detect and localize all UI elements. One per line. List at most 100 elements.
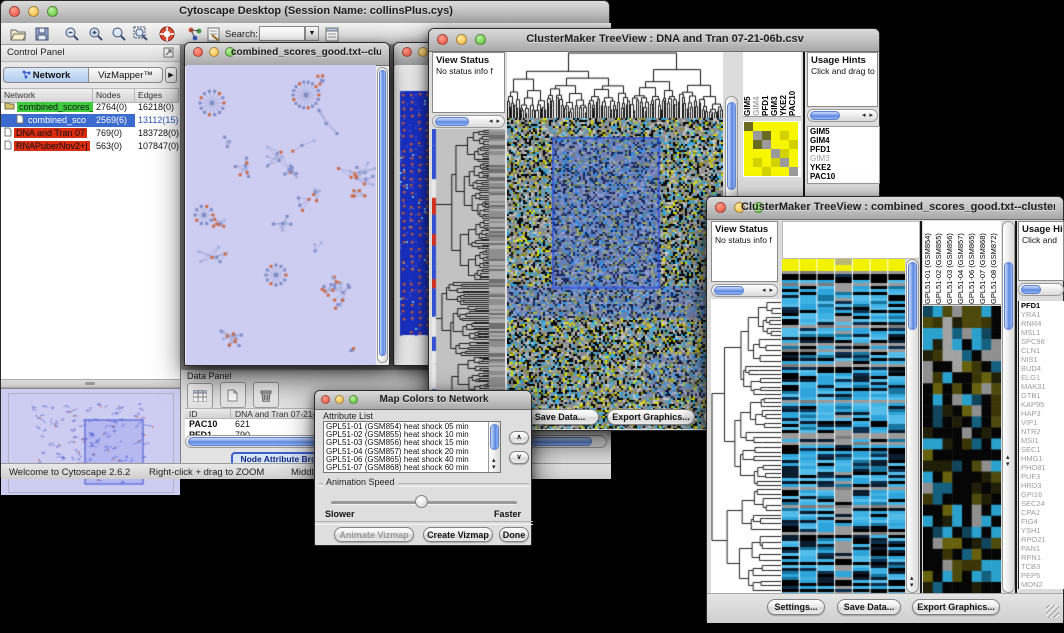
network-row[interactable]: RNAPuberNov2+|563(0)107847(0) [1, 140, 180, 153]
gene-list-item[interactable]: GIM3 [808, 154, 879, 163]
network-row[interactable]: DNA and Tran 07769(0)183728(0) [1, 127, 180, 140]
gene-list-item[interactable]: MON2 [1019, 580, 1064, 589]
network-view-1-scroll-thumb[interactable] [379, 70, 386, 356]
matrix-cell[interactable] [789, 149, 798, 158]
network-view-1-vscrollbar[interactable] [377, 67, 388, 363]
gene-list-item[interactable]: MAK31 [1019, 382, 1064, 391]
zoom-out-icon[interactable] [63, 25, 81, 43]
minimize-button[interactable] [418, 47, 428, 57]
treeview1-status-hscrollbar[interactable]: ◂ ▸ [432, 115, 505, 128]
matrix-cell[interactable] [780, 131, 789, 140]
zoom-selected-icon[interactable] [110, 25, 128, 43]
scroll-thumb[interactable] [1004, 262, 1013, 330]
gene-list-item[interactable]: HAP3 [1019, 409, 1064, 418]
matrix-cell[interactable] [771, 167, 780, 176]
gene-list-item[interactable]: HMG1 [1019, 454, 1064, 463]
network-row[interactable]: combined_sco2569(6)13112(15) [1, 114, 180, 127]
gene-list-item[interactable]: VIP1 [1019, 418, 1064, 427]
matrix-cell[interactable] [753, 131, 762, 140]
gene-list-item[interactable]: MSL1 [1019, 328, 1064, 337]
network-view-1-titlebar[interactable]: combined_scores_good.txt--cluste... [185, 43, 389, 66]
treeview2-row-dendrogram[interactable] [711, 299, 781, 593]
animate-vizmap-button[interactable]: Animate Vizmap [334, 527, 414, 542]
network-view-1-canvas[interactable] [186, 65, 376, 365]
vizmapper-icon[interactable] [186, 25, 204, 43]
attribute-item[interactable]: GPL51-07 (GSM868) heat shock 60 min [324, 464, 488, 472]
column-label[interactable]: GIM5 [743, 52, 752, 116]
scroll-arrows[interactable]: ▴▾ [1006, 454, 1011, 468]
tab-overflow-button[interactable]: ▶ [165, 67, 177, 83]
treeview1-hints-hscrollbar[interactable]: ◂ ▸ [807, 109, 878, 122]
treeview1-gene-list[interactable]: GIM5GIM4PFD1GIM3YKE2PAC10 [807, 126, 880, 184]
matrix-cell[interactable] [771, 158, 780, 167]
matrix-cell[interactable] [780, 122, 789, 131]
treeview2-zoom-vscrollbar[interactable]: ▴▾ [1002, 221, 1015, 593]
zoom-fit-icon[interactable] [132, 25, 150, 43]
gene-list-item[interactable]: NIS1 [1019, 355, 1064, 364]
gene-list-item[interactable]: SEC24 [1019, 499, 1064, 508]
matrix-cell[interactable] [780, 158, 789, 167]
panel-splitter[interactable] [1, 379, 180, 388]
minimize-button[interactable] [209, 47, 219, 57]
close-button[interactable] [193, 47, 203, 57]
gene-list-item[interactable]: SPC98 [1019, 337, 1064, 346]
gene-list-item[interactable]: PUF3 [1019, 472, 1064, 481]
scroll-thumb[interactable] [435, 117, 469, 126]
matrix-cell[interactable] [744, 149, 753, 158]
matrix-cell[interactable] [789, 131, 798, 140]
save-data-button[interactable]: Save Data... [521, 409, 599, 425]
column-label[interactable]: GPL51-01 (GSM854) [923, 221, 934, 304]
matrix-cell[interactable] [744, 158, 753, 167]
gene-list-item[interactable]: YSH1 [1019, 526, 1064, 535]
float-panel-icon[interactable] [163, 47, 174, 64]
matrix-cell[interactable] [762, 122, 771, 131]
column-label[interactable]: GPL51-08 (GSM872) [989, 221, 1000, 304]
close-button[interactable] [321, 395, 330, 404]
move-up-button[interactable]: ∧ [509, 431, 529, 444]
new-attribute-icon[interactable] [220, 382, 246, 408]
create-vizmap-button[interactable]: Create Vizmap [423, 527, 493, 542]
resize-grip[interactable] [1046, 605, 1059, 618]
gene-list-item[interactable]: ELG1 [1019, 373, 1064, 382]
save-icon[interactable] [33, 25, 51, 43]
treeview1-heatmap[interactable] [507, 118, 723, 429]
matrix-cell[interactable] [744, 140, 753, 149]
gene-list-item[interactable]: PHO81 [1019, 463, 1064, 472]
gene-list-item[interactable]: NTR2 [1019, 427, 1064, 436]
treeview2-gene-list[interactable]: PFD1YRA1RNR4MSL1SPC98CLN1NIS1BUD4ELG1MAK… [1018, 301, 1064, 589]
column-label[interactable]: GPL51-07 (GSM868) [978, 221, 989, 304]
treeview1-titlebar[interactable]: ClusterMaker TreeView : DNA and Tran 07-… [429, 29, 879, 52]
scroll-thumb[interactable] [714, 286, 744, 295]
matrix-cell[interactable] [762, 149, 771, 158]
search-input[interactable] [259, 26, 305, 41]
close-button[interactable] [402, 47, 412, 57]
treeview2-titlebar[interactable]: ClusterMaker TreeView : combined_scores_… [707, 197, 1063, 220]
column-label[interactable]: GPL51-03 (GSM856) [945, 221, 956, 304]
scroll-arrows[interactable]: ◂ ▸ [489, 118, 501, 125]
matrix-cell[interactable] [762, 140, 771, 149]
attribute-list-vscrollbar[interactable]: ▴▾ [488, 422, 500, 472]
network-row[interactable]: combined_scores_2764(0)16218(0) [1, 101, 180, 114]
close-button[interactable] [437, 34, 448, 45]
splitter-handle[interactable] [85, 382, 95, 385]
tab-network[interactable]: Network [3, 67, 89, 83]
gene-list-item[interactable]: PEP5 [1019, 571, 1064, 580]
delete-attribute-icon[interactable] [253, 382, 279, 408]
matrix-cell[interactable] [771, 131, 780, 140]
matrix-cell[interactable] [753, 140, 762, 149]
close-button[interactable] [715, 202, 726, 213]
scroll-arrows[interactable]: ▴▾ [910, 575, 915, 589]
gene-list-item[interactable]: PFD1 [808, 145, 879, 154]
treeview2-status-hscrollbar[interactable]: ◂ ▸ [711, 284, 778, 297]
gene-list-item[interactable]: YRA1 [1019, 310, 1064, 319]
treeview2-column-dendrogram[interactable] [782, 221, 920, 259]
matrix-cell[interactable] [762, 167, 771, 176]
treeview1-row-dendrogram[interactable] [432, 129, 505, 429]
export-graphics-button[interactable]: Export Graphics... [912, 599, 1000, 615]
matrix-cell[interactable] [744, 131, 753, 140]
matrix-cell[interactable] [753, 158, 762, 167]
scroll-thumb[interactable] [727, 102, 736, 190]
select-attributes-icon[interactable] [187, 383, 213, 409]
treeview1-column-dendrogram[interactable] [507, 52, 723, 118]
cytoscape-titlebar[interactable]: Cytoscape Desktop (Session Name: collins… [1, 1, 609, 24]
